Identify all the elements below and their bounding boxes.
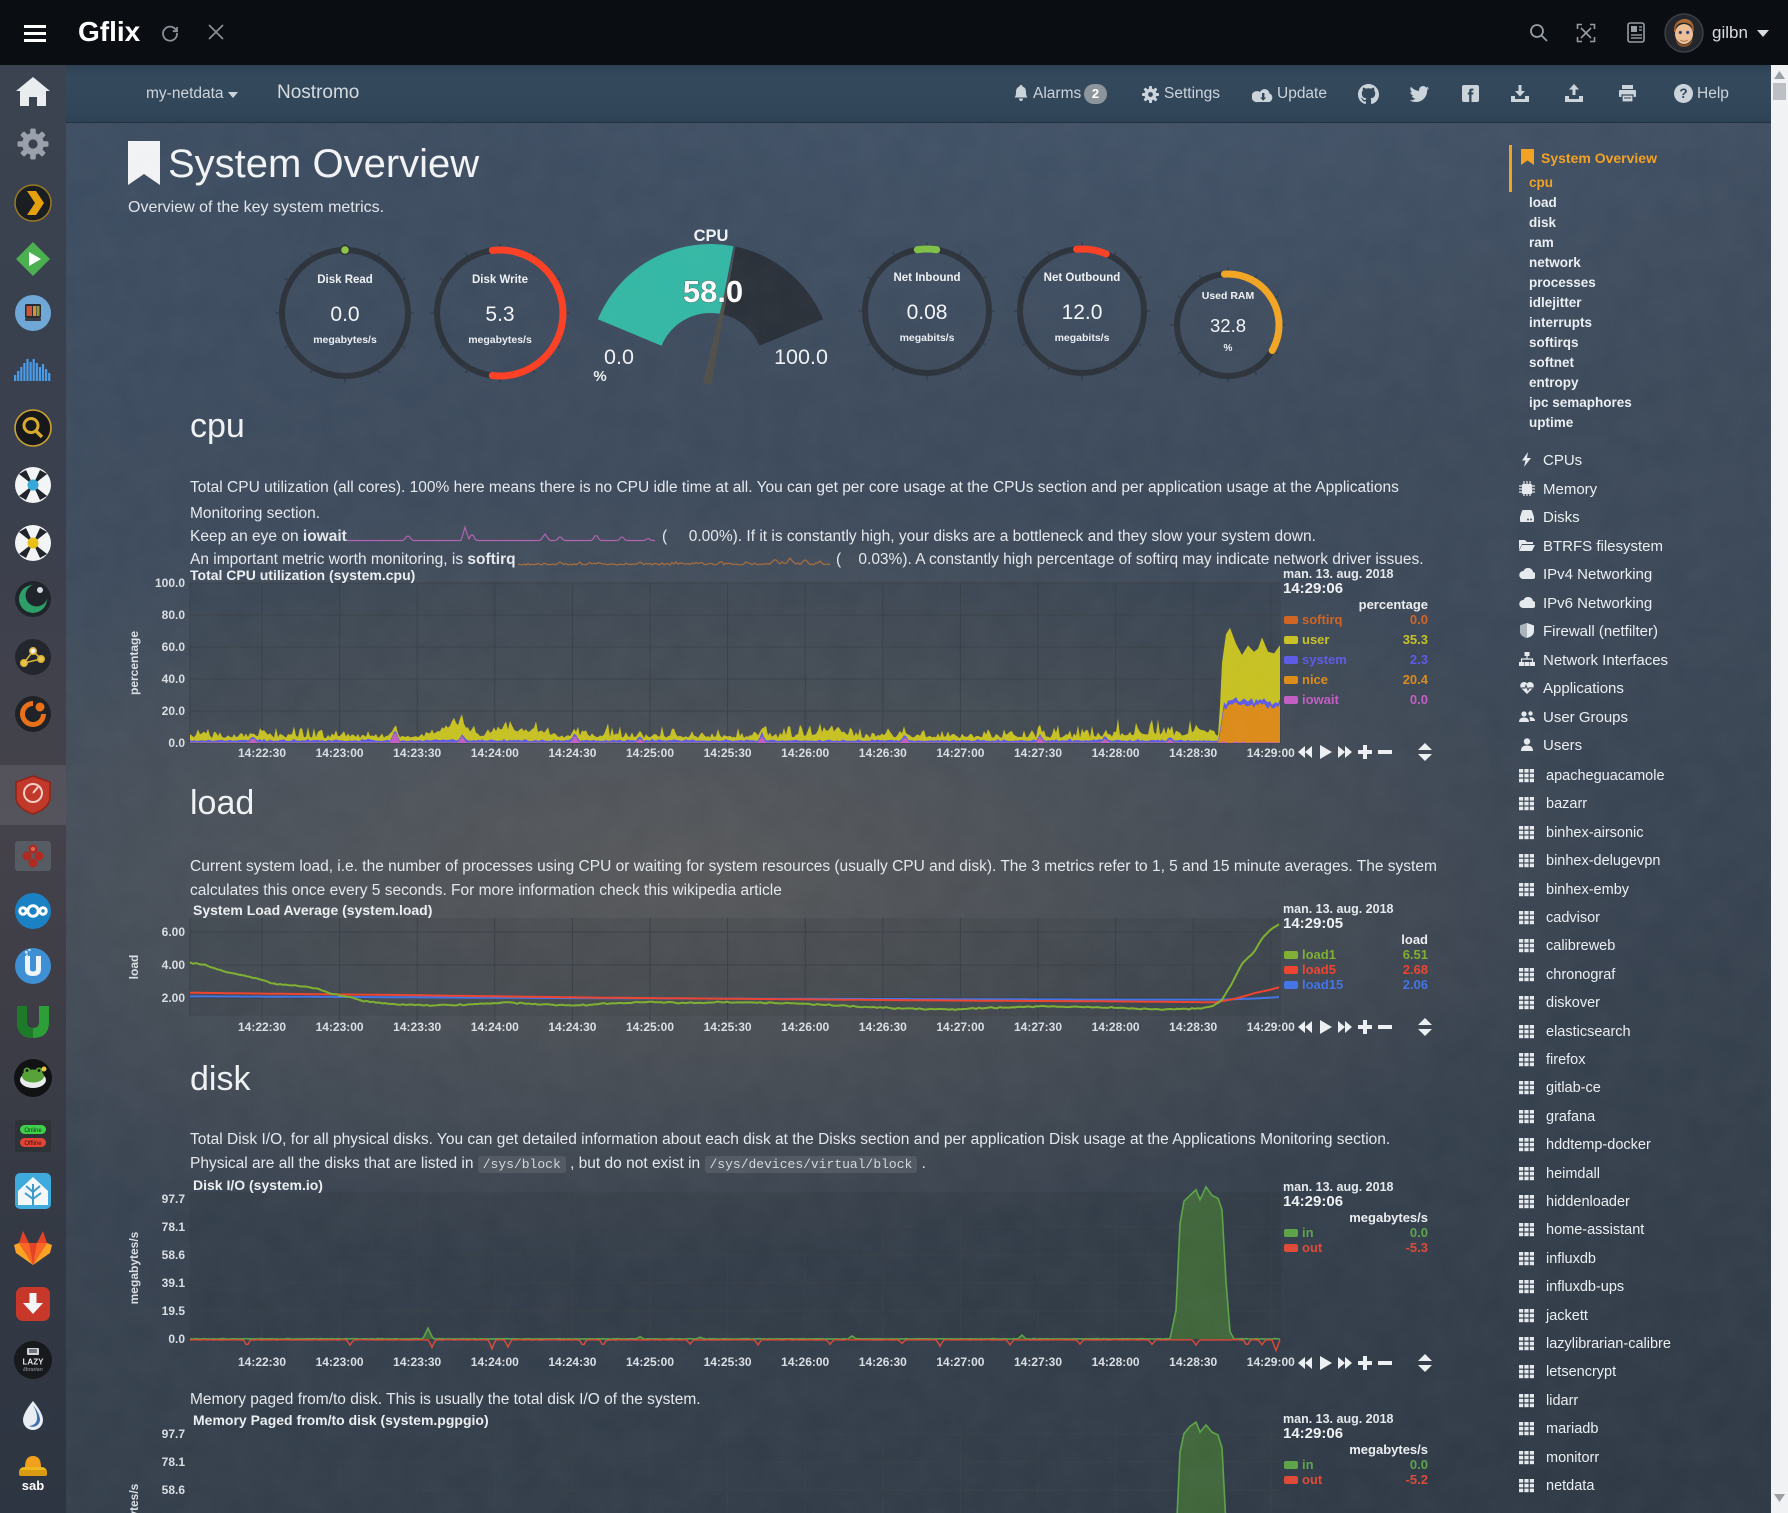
svg-text:Online: Online bbox=[24, 1128, 42, 1134]
svg-text:sab: sab bbox=[22, 1478, 44, 1493]
svg-text:Offline: Offline bbox=[24, 1141, 42, 1147]
svg-text:librarian: librarian bbox=[23, 1367, 43, 1373]
svg-text:LAZY: LAZY bbox=[23, 1358, 45, 1367]
svg-text:?: ? bbox=[1679, 86, 1687, 101]
